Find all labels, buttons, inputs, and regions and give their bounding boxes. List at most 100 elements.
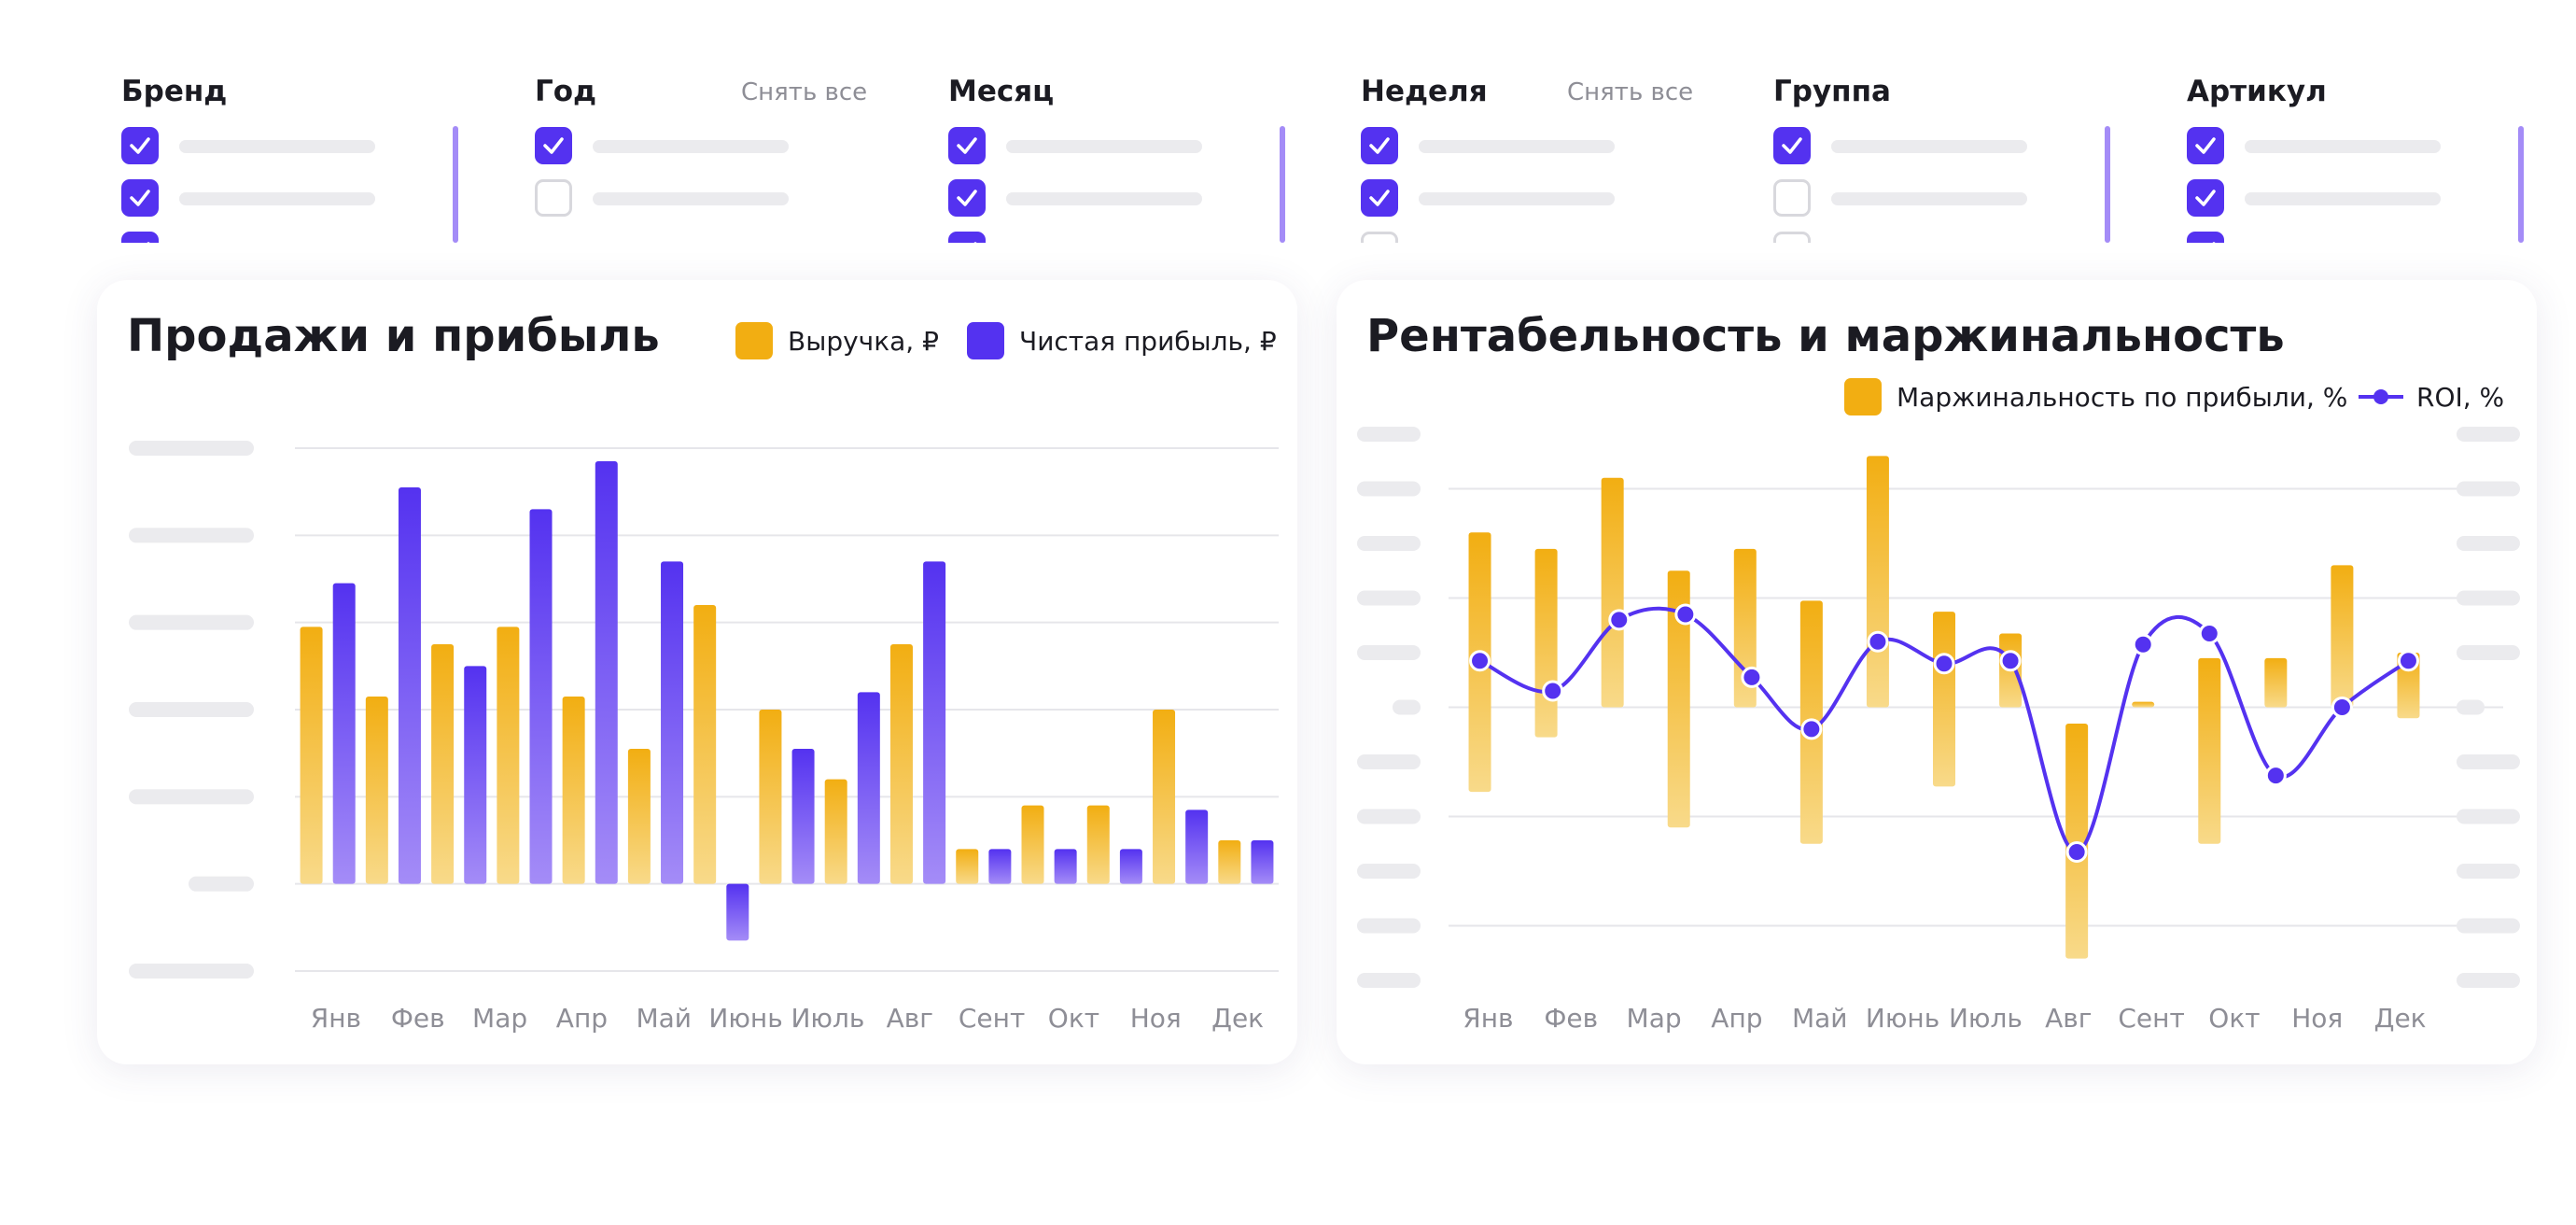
- checkbox-checked[interactable]: [121, 127, 159, 164]
- bar-profit[interactable]: [661, 561, 684, 884]
- checkbox-checked[interactable]: [948, 232, 986, 243]
- roi-point[interactable]: [1469, 650, 1491, 672]
- filter-scrollbar[interactable]: [453, 126, 458, 243]
- roi-point[interactable]: [2132, 633, 2154, 655]
- checkbox-unchecked[interactable]: [1773, 179, 1811, 217]
- checkbox-unchecked[interactable]: [1773, 232, 1811, 243]
- filter-option[interactable]: [2187, 127, 2467, 166]
- roi-point[interactable]: [1542, 680, 1564, 702]
- filter-option[interactable]: [1361, 179, 1641, 218]
- bar-profit[interactable]: [988, 849, 1012, 884]
- check-icon: [2195, 137, 2216, 154]
- filter-option[interactable]: [1361, 232, 1641, 243]
- checkbox-checked[interactable]: [2187, 232, 2224, 243]
- filter-option[interactable]: [948, 127, 1228, 166]
- filter-option[interactable]: [535, 179, 815, 218]
- roi-point[interactable]: [2397, 650, 2419, 672]
- filter-option[interactable]: [121, 179, 401, 218]
- roi-point[interactable]: [1741, 666, 1763, 688]
- checkbox-checked[interactable]: [121, 179, 159, 217]
- bar-revenue[interactable]: [693, 605, 717, 884]
- bar-margin[interactable]: [2264, 657, 2288, 708]
- checkbox-checked[interactable]: [948, 179, 986, 217]
- bar-revenue[interactable]: [497, 627, 520, 884]
- y-tick-placeholder: [129, 528, 254, 543]
- filter-option[interactable]: [2187, 179, 2467, 218]
- roi-point[interactable]: [1933, 653, 1955, 675]
- roi-point[interactable]: [2198, 623, 2220, 645]
- filter-option[interactable]: [1773, 232, 2053, 243]
- bar-revenue[interactable]: [562, 697, 585, 884]
- filter-option[interactable]: [2187, 232, 2467, 243]
- filter-option[interactable]: [948, 232, 1228, 243]
- roi-point[interactable]: [1800, 718, 1823, 740]
- roi-point[interactable]: [1867, 630, 1889, 653]
- checkbox-checked[interactable]: [1773, 127, 1811, 164]
- checkbox-checked[interactable]: [535, 127, 572, 164]
- roi-point[interactable]: [2065, 841, 2088, 864]
- bar-margin[interactable]: [2132, 701, 2155, 708]
- checkbox-checked[interactable]: [1361, 127, 1398, 164]
- bar-profit[interactable]: [464, 666, 487, 884]
- filter-option[interactable]: [535, 127, 815, 166]
- y-tick-placeholder: [129, 702, 254, 717]
- roi-point[interactable]: [1674, 603, 1697, 626]
- x-tick-label: Сент: [2118, 1003, 2184, 1034]
- checkbox-checked[interactable]: [2187, 179, 2224, 217]
- bar-profit[interactable]: [595, 461, 618, 884]
- bar-revenue[interactable]: [956, 849, 979, 884]
- roi-point[interactable]: [2264, 765, 2287, 787]
- filter-option[interactable]: [1773, 179, 2053, 218]
- bar-revenue[interactable]: [1153, 710, 1176, 884]
- filter-option[interactable]: [1773, 127, 2053, 166]
- bar-profit[interactable]: [1054, 849, 1077, 884]
- filter-option[interactable]: [121, 127, 401, 166]
- filter-option[interactable]: [1361, 127, 1641, 166]
- bar-revenue[interactable]: [889, 644, 913, 884]
- checkbox-checked[interactable]: [948, 127, 986, 164]
- filter-scrollbar[interactable]: [2105, 126, 2110, 243]
- bar-revenue[interactable]: [824, 779, 847, 884]
- bar-profit[interactable]: [791, 749, 815, 884]
- clear-all-link[interactable]: Снять все: [741, 78, 867, 106]
- bar-profit[interactable]: [726, 883, 749, 941]
- bar-profit[interactable]: [1251, 840, 1274, 884]
- filter-option[interactable]: [121, 232, 401, 243]
- clear-all-link[interactable]: Снять все: [1567, 78, 1693, 106]
- bar-profit[interactable]: [332, 583, 356, 884]
- bar-revenue[interactable]: [365, 697, 388, 884]
- bar-revenue[interactable]: [627, 749, 651, 884]
- bar-margin[interactable]: [1601, 477, 1624, 708]
- roi-point[interactable]: [1608, 609, 1631, 631]
- x-tick-label: Янв: [1463, 1003, 1513, 1034]
- bar-profit[interactable]: [1185, 810, 1209, 884]
- filter-scrollbar[interactable]: [2518, 126, 2524, 243]
- checkbox-checked[interactable]: [121, 232, 159, 243]
- bar-profit[interactable]: [923, 561, 946, 884]
- bar-profit[interactable]: [529, 509, 553, 884]
- bar-revenue[interactable]: [759, 710, 782, 884]
- bar-margin[interactable]: [1534, 548, 1558, 738]
- roi-point[interactable]: [2331, 697, 2353, 718]
- checkbox-unchecked[interactable]: [1361, 232, 1398, 243]
- bar-revenue[interactable]: [1021, 805, 1044, 884]
- y-tick-placeholder-left: [1357, 973, 1421, 988]
- bar-margin[interactable]: [2331, 565, 2354, 708]
- checkbox-unchecked[interactable]: [535, 179, 572, 217]
- bar-revenue[interactable]: [1218, 840, 1241, 884]
- roi-point[interactable]: [1999, 650, 2022, 672]
- checkbox-checked[interactable]: [1361, 179, 1398, 217]
- bar-margin[interactable]: [1933, 612, 1955, 787]
- bar-revenue[interactable]: [1086, 805, 1110, 884]
- bar-revenue[interactable]: [431, 644, 455, 884]
- bar-profit[interactable]: [857, 692, 880, 884]
- bar-margin[interactable]: [1866, 456, 1889, 708]
- bar-profit[interactable]: [1119, 849, 1142, 884]
- checkbox-checked[interactable]: [2187, 127, 2224, 164]
- filter-scrollbar[interactable]: [1280, 126, 1285, 243]
- y-tick-placeholder: [129, 614, 254, 630]
- bar-profit[interactable]: [398, 487, 421, 884]
- bar-margin[interactable]: [2198, 657, 2221, 844]
- filter-option[interactable]: [948, 179, 1228, 218]
- bar-revenue[interactable]: [300, 627, 323, 884]
